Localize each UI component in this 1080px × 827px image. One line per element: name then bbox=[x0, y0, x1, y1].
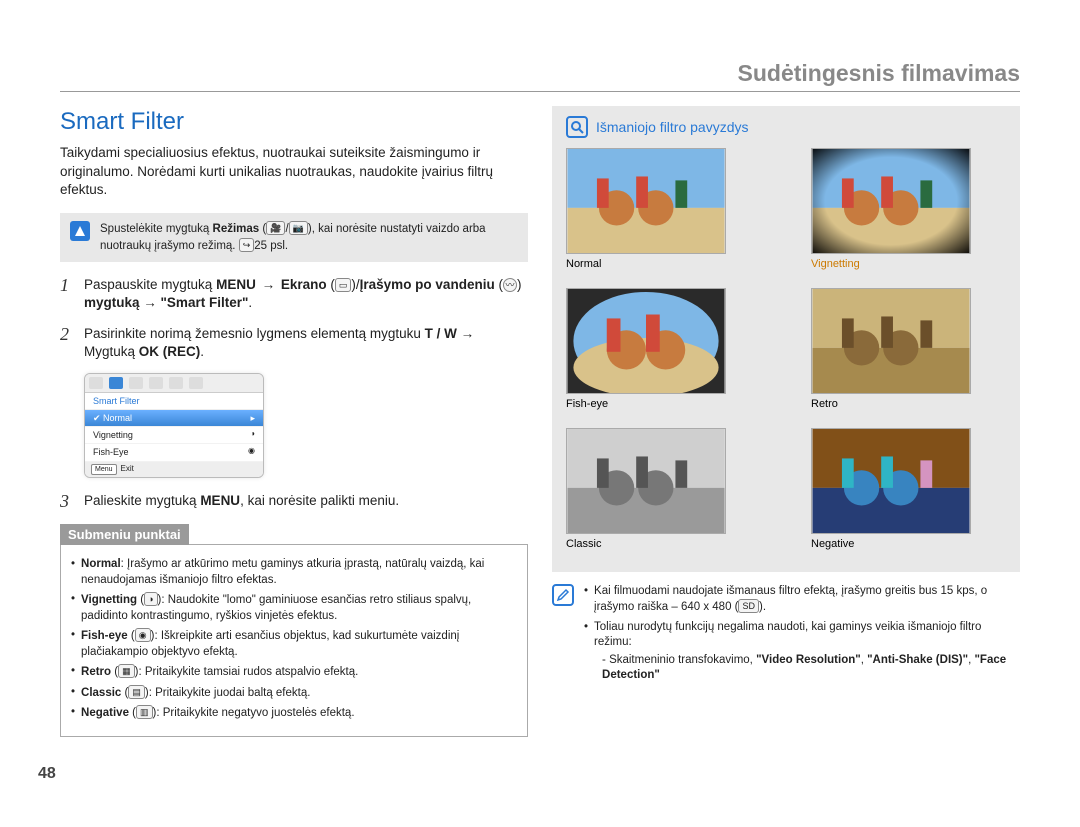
submenu-section: Submeniu punktai Normal: Įrašymo ar atkū… bbox=[60, 524, 528, 737]
steps-list: 1 Paspauskite mygtuką MENU → Ekrano (▭)/… bbox=[60, 276, 528, 361]
fisheye-icon: ◉ bbox=[135, 628, 151, 642]
sd-icon: SD bbox=[738, 599, 759, 613]
magnifier-icon bbox=[566, 116, 588, 138]
photo-mode-icon: 📷 bbox=[289, 221, 308, 235]
submenu-list: Normal: Įrašymo ar atkūrimo metu gaminys… bbox=[71, 557, 517, 722]
negative-icon: ▥ bbox=[136, 705, 153, 719]
mini-menu-title: Smart Filter bbox=[85, 393, 263, 410]
tip-2-dash: Skaitmeninio transfokavimo, "Video Resol… bbox=[602, 653, 1020, 684]
intro-paragraph: Taikydami specialiuosius efektus, nuotra… bbox=[60, 144, 528, 199]
manual-page: Sudėtingesnis filmavimas Smart Filter Ta… bbox=[0, 0, 1080, 827]
note-icon bbox=[70, 221, 90, 241]
camera-menu-screenshot: Smart Filter ✔ Normal▸ Vignetting◑ Fish-… bbox=[84, 373, 264, 478]
left-column: Smart Filter Taikydami specialiuosius ef… bbox=[60, 106, 528, 737]
item-normal: Normal: Įrašymo ar atkūrimo metu gaminys… bbox=[71, 557, 517, 588]
mini-exit-bar: Menu Exit bbox=[85, 462, 263, 477]
thumb-fisheye: Fish-eye bbox=[566, 288, 761, 418]
page-ref-icon: ↪ bbox=[239, 238, 255, 252]
step-1: 1 Paspauskite mygtuką MENU → Ekrano (▭)/… bbox=[60, 276, 528, 312]
page-number: 48 bbox=[38, 765, 56, 783]
example-heading-row: Išmaniojo filtro pavyzdys bbox=[566, 116, 1006, 138]
retro-icon: ▦ bbox=[118, 664, 135, 678]
note-text: Spustelėkite mygtuką Režimas (🎥/📷), kai … bbox=[100, 221, 518, 254]
example-heading: Išmaniojo filtro pavyzdys bbox=[596, 118, 749, 137]
mini-row-vignetting: Vignetting◑ bbox=[85, 427, 263, 444]
item-negative: Negative (▥): Pritaikykite negatyvo juos… bbox=[71, 705, 517, 722]
thumb-vignetting: Vignetting bbox=[811, 148, 1006, 278]
item-vignetting: Vignetting (◑): Naudokite "lomo" gaminiu… bbox=[71, 592, 517, 624]
example-box: Išmaniojo filtro pavyzdys Normal Vignett… bbox=[552, 106, 1020, 572]
step-3: 3 Palieskite mygtuką MENU, kai norėsite … bbox=[60, 492, 528, 512]
mini-tabs bbox=[85, 374, 263, 393]
mini-row-normal: ✔ Normal▸ bbox=[85, 410, 263, 427]
tip-box: Kai filmuodami naudojate išmanaus filtro… bbox=[552, 584, 1020, 688]
tip-2: Toliau nurodytų funkcijų negalima naudot… bbox=[584, 620, 1020, 684]
thumb-classic: Classic bbox=[566, 428, 761, 558]
chapter-title: Sudėtingesnis filmavimas bbox=[60, 60, 1020, 92]
classic-icon: ▤ bbox=[128, 685, 145, 699]
step-2: 2 Pasirinkite norimą žemesnio lygmens el… bbox=[60, 325, 528, 361]
vignetting-icon: ◑ bbox=[144, 592, 157, 606]
pencil-icon bbox=[552, 584, 574, 606]
item-fisheye: Fish-eye (◉): Iškreipkite arti esančius … bbox=[71, 628, 517, 660]
thumb-normal: Normal bbox=[566, 148, 761, 278]
mini-tab-active bbox=[109, 377, 123, 389]
submenu-heading: Submeniu punktai bbox=[60, 524, 189, 546]
mini-row-fisheye: Fish-Eye◉ bbox=[85, 444, 263, 461]
item-retro: Retro (▦): Pritaikykite tamsiai rudos at… bbox=[71, 664, 517, 681]
item-classic: Classic (▤): Pritaikykite juodai baltą e… bbox=[71, 685, 517, 702]
thumb-retro: Retro bbox=[811, 288, 1006, 418]
thumb-negative: Negative bbox=[811, 428, 1006, 558]
underwater-icon: 〰 bbox=[503, 278, 517, 292]
section-heading: Smart Filter bbox=[60, 106, 528, 138]
thumbnail-grid: Normal Vignetting Fish-eye Retro bbox=[566, 148, 1006, 558]
right-column: Išmaniojo filtro pavyzdys Normal Vignett… bbox=[552, 106, 1020, 737]
movie-mode-icon: 🎥 bbox=[266, 221, 285, 235]
mode-note-box: Spustelėkite mygtuką Režimas (🎥/📷), kai … bbox=[60, 213, 528, 262]
tip-1: Kai filmuodami naudojate išmanaus filtro… bbox=[584, 584, 1020, 616]
screen-icon: ▭ bbox=[335, 278, 352, 292]
